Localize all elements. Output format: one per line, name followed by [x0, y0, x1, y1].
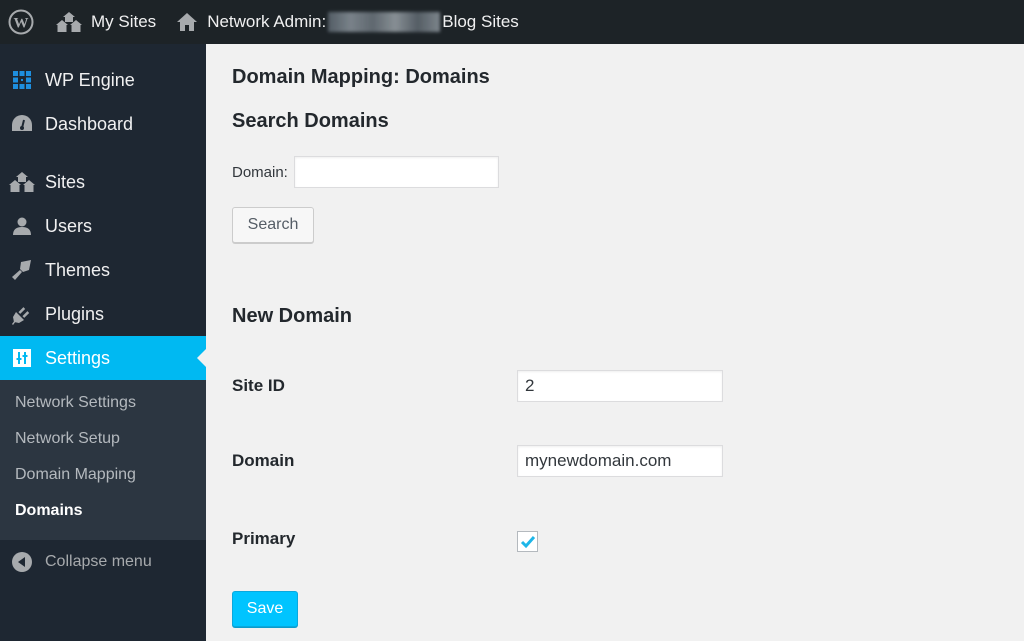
svg-text:W: W	[14, 16, 29, 32]
users-icon	[9, 213, 35, 239]
collapse-menu-label: Collapse menu	[45, 553, 152, 570]
sidebar-item-label: Users	[45, 215, 93, 236]
new-domain-heading: New Domain	[232, 305, 353, 327]
dashboard-icon	[9, 111, 35, 137]
settings-icon	[9, 345, 35, 371]
sidebar-item-label: WP Engine	[45, 69, 135, 90]
sidebar-item-themes[interactable]: Themes	[0, 248, 206, 292]
sidebar-item-wp-engine[interactable]: WP Engine	[0, 58, 206, 102]
sites-icon	[9, 169, 35, 195]
submenu-network-setup[interactable]: Network Setup	[0, 421, 206, 457]
sidebar-item-sites[interactable]: Sites	[0, 160, 206, 204]
redacted-network-name	[328, 12, 441, 32]
main-content: Domain Mapping: Domains Search Domains D…	[206, 44, 1024, 641]
wordpress-logo-button[interactable]: W	[0, 0, 46, 44]
domain-input[interactable]	[517, 445, 723, 477]
network-admin-suffix: Blog Sites	[442, 12, 519, 31]
primary-checkbox[interactable]	[517, 531, 538, 552]
my-sites-menu[interactable]: My Sites	[46, 0, 166, 44]
page-title: Domain Mapping: Domains	[232, 66, 490, 88]
submenu-domains[interactable]: Domains	[0, 493, 206, 529]
sidebar-item-label: Dashboard	[45, 113, 134, 134]
primary-label: Primary	[232, 528, 296, 548]
sidebar-item-label: Settings	[45, 347, 111, 368]
my-sites-icon	[56, 11, 82, 33]
sidebar-item-label: Sites	[45, 171, 86, 192]
domain-row: Domain	[232, 445, 723, 477]
save-button[interactable]: Save	[232, 591, 298, 627]
sidebar-item-dashboard[interactable]: Dashboard	[0, 102, 206, 146]
search-domains-heading: Search Domains	[232, 110, 389, 132]
sidebar-item-label: Plugins	[45, 303, 105, 324]
settings-submenu: Network Settings Network Setup Domain Ma…	[0, 380, 206, 540]
my-sites-label: My Sites	[91, 12, 157, 31]
search-domain-input[interactable]	[293, 156, 499, 188]
wp-engine-icon	[9, 67, 35, 93]
search-domain-label: Domain:	[232, 163, 288, 181]
search-button[interactable]: Search	[232, 207, 314, 243]
primary-row: Primary	[232, 525, 538, 552]
submenu-domain-mapping[interactable]: Domain Mapping	[0, 457, 206, 493]
submenu-network-settings[interactable]: Network Settings	[0, 385, 206, 421]
home-icon	[176, 12, 198, 32]
search-domain-row: Domain:	[232, 156, 499, 188]
sidebar-item-label: Themes	[45, 259, 111, 280]
site-id-label: Site ID	[232, 376, 285, 395]
themes-icon	[9, 257, 35, 283]
sidebar-item-plugins[interactable]: Plugins	[0, 292, 206, 336]
network-admin-label: Network Admin:	[207, 12, 327, 31]
site-id-input[interactable]	[517, 370, 723, 402]
sidebar-item-settings[interactable]: Settings	[0, 336, 206, 380]
admin-sidebar: WP Engine Dashboard Sites Users Themes P…	[0, 44, 206, 641]
wordpress-logo-icon: W	[8, 9, 34, 35]
network-admin-menu[interactable]: Network Admin: Blog Sites	[166, 0, 529, 44]
plugins-icon	[9, 301, 35, 327]
domain-label: Domain	[232, 451, 295, 470]
collapse-menu-button[interactable]: Collapse menu	[0, 540, 206, 584]
admin-bar: W My Sites Network Admin: Blog Sites	[0, 0, 1024, 44]
sidebar-item-users[interactable]: Users	[0, 204, 206, 248]
site-id-row: Site ID	[232, 370, 723, 402]
checkmark-icon	[520, 535, 535, 548]
collapse-arrow-icon	[9, 551, 35, 573]
